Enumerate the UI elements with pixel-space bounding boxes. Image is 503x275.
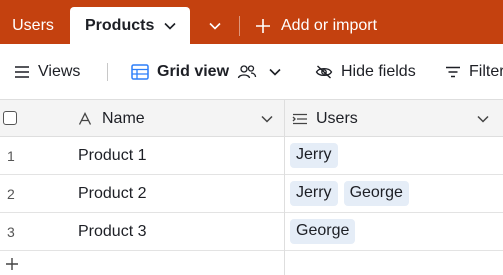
tab-users[interactable]: Users [0,7,66,44]
grid-view-switcher[interactable]: Grid view [131,44,281,99]
tab-products-label: Products [85,16,155,34]
table-row[interactable]: 2 Product 2 Jerry George [0,175,503,213]
name-cell[interactable]: Product 3 [78,213,146,250]
user-chip[interactable]: George [290,219,356,244]
chevron-down-icon [209,22,221,30]
plus-icon [6,258,18,270]
tab-products[interactable]: Products [70,7,190,44]
hamburger-icon [15,65,29,78]
data-grid: Name Users 1 Product 1 Jerry 2 Product 2… [0,99,503,275]
column-name-label: Name [102,109,145,127]
tab-users-label: Users [12,16,54,34]
name-cell[interactable]: Product 2 [78,175,146,212]
view-toolbar: Views Grid view Hide fields Filter [0,44,503,99]
filter-label: Filter [469,62,503,80]
row-number: 2 [7,185,15,202]
grid-icon [131,63,149,80]
eye-slash-icon [315,64,333,79]
plus-icon [256,18,270,33]
table-tab-bar: Users Products Add or import [0,0,503,44]
people-icon [237,64,257,78]
toolbar-divider [107,63,108,81]
select-all-checkbox[interactable] [3,111,17,125]
tab-divider [239,16,240,36]
table-row[interactable]: 3 Product 3 George [0,213,503,251]
users-cell[interactable]: Jerry George [290,175,409,212]
grid-header: Name Users [0,99,503,137]
grid-view-label: Grid view [157,62,230,80]
filter-button[interactable]: Filter [445,44,503,99]
row-number: 1 [7,147,15,164]
views-label: Views [38,62,81,80]
users-cell[interactable]: Jerry [290,137,338,174]
hide-fields-button[interactable]: Hide fields [315,44,416,99]
views-button[interactable]: Views [14,44,80,99]
text-field-icon [78,111,92,125]
user-chip[interactable]: George [343,181,409,206]
add-row-button[interactable] [0,252,503,275]
add-or-import-label: Add or import [281,16,378,34]
link-field-icon [292,113,307,124]
column-header-name[interactable]: Name [78,100,145,137]
more-tables-button[interactable] [202,7,228,44]
column-users-label: Users [316,109,358,127]
chevron-down-icon[interactable] [477,115,489,123]
chevron-down-icon[interactable] [261,115,273,123]
filter-icon [446,66,460,77]
chevron-down-icon[interactable] [164,22,176,30]
user-chip[interactable]: Jerry [290,181,338,206]
column-divider [284,99,285,275]
chevron-down-icon [269,68,281,76]
user-chip[interactable]: Jerry [290,143,338,168]
hide-fields-label: Hide fields [341,62,416,80]
users-cell[interactable]: George [290,213,356,250]
row-number: 3 [7,223,15,240]
column-header-users[interactable]: Users [292,100,358,137]
name-cell[interactable]: Product 1 [78,137,146,174]
add-or-import-button[interactable]: Add or import [255,7,377,44]
table-row[interactable]: 1 Product 1 Jerry [0,137,503,175]
